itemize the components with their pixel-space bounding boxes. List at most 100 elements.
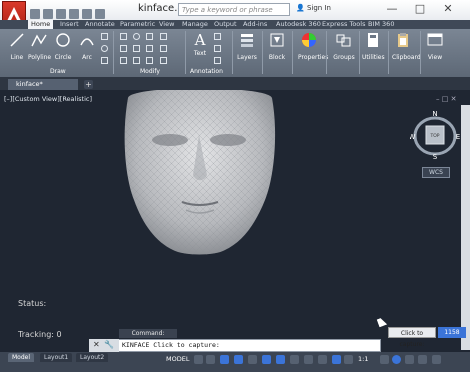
rectangle-icon[interactable] <box>101 33 108 40</box>
viewcube-top-face: TOP <box>429 133 439 139</box>
drawing-viewport[interactable] <box>0 90 470 352</box>
properties-button[interactable]: Properties <box>298 32 328 61</box>
customize-command-icon[interactable]: 🔧 <box>104 340 114 349</box>
command-tooltip: Command: KINFACE <box>119 329 177 346</box>
navigation-bar[interactable] <box>461 105 470 350</box>
boundary-icon[interactable] <box>101 57 108 64</box>
block-label: Block <box>268 54 286 61</box>
layers-button[interactable]: Layers <box>236 32 258 61</box>
fillet-icon[interactable] <box>146 45 153 52</box>
groups-button[interactable]: Groups <box>333 32 355 61</box>
save-icon[interactable] <box>56 8 66 19</box>
document-tab-kinface[interactable]: kinface* <box>8 79 78 90</box>
dimension-icon[interactable] <box>214 33 221 40</box>
auto-scale-icon[interactable] <box>344 355 353 364</box>
trim-icon[interactable] <box>146 33 153 40</box>
new-tab-button[interactable]: + <box>84 80 93 89</box>
new-icon[interactable] <box>30 8 40 19</box>
save-as-icon[interactable] <box>69 8 79 19</box>
ortho-icon[interactable] <box>220 355 229 364</box>
tab-home[interactable]: Home <box>28 20 54 29</box>
offset-icon[interactable] <box>160 57 167 64</box>
utilities-button[interactable]: Utilities <box>362 32 385 61</box>
clean-screen-icon[interactable] <box>418 355 427 364</box>
open-icon[interactable] <box>43 8 53 19</box>
tab-view[interactable]: View <box>159 20 174 29</box>
hardware-acceleration-icon[interactable] <box>405 355 414 364</box>
lineweight-icon[interactable] <box>290 355 299 364</box>
maximize-button[interactable]: □ <box>406 0 434 18</box>
groups-label: Groups <box>333 54 355 61</box>
array-icon[interactable] <box>146 57 153 64</box>
rotate-icon[interactable] <box>133 33 140 40</box>
polyline-button[interactable]: Polyline <box>28 32 52 61</box>
leader-icon[interactable] <box>214 45 221 52</box>
annotation-visibility-icon[interactable] <box>332 355 341 364</box>
selection-cycling-icon[interactable] <box>318 355 327 364</box>
object-snap-icon[interactable] <box>276 355 285 364</box>
workspace-gear-icon[interactable] <box>380 355 389 364</box>
polyline-label: Polyline <box>28 54 52 61</box>
layout-tab-layout1[interactable]: Layout1 <box>40 353 73 362</box>
viewport-label[interactable]: [–][Custom View][Realistic] <box>4 95 92 103</box>
polar-icon[interactable] <box>234 355 243 364</box>
arc-button[interactable]: Arc <box>76 32 98 61</box>
annotation-panel-label[interactable]: Annotation <box>190 68 223 75</box>
move-icon[interactable] <box>120 33 127 40</box>
isolate-objects-icon[interactable] <box>392 355 401 364</box>
minimize-button[interactable]: — <box>378 0 406 18</box>
tab-manage[interactable]: Manage <box>182 20 208 29</box>
plot-icon[interactable] <box>82 8 92 19</box>
copy-icon[interactable] <box>120 45 127 52</box>
properties-icon <box>302 33 316 47</box>
tab-add-ins[interactable]: Add-ins <box>243 20 267 29</box>
tab-insert[interactable]: Insert <box>60 20 79 29</box>
close-command-icon[interactable]: ✕ <box>93 340 100 349</box>
grid-icon[interactable] <box>194 355 203 364</box>
tab-autodesk-360[interactable]: Autodesk 360 <box>276 20 321 29</box>
clipboard-button[interactable]: Clipboard <box>392 32 421 61</box>
layout-tab-model[interactable]: Model <box>8 353 35 362</box>
scale-icon[interactable] <box>133 57 140 64</box>
block-button[interactable]: Block <box>266 32 288 61</box>
stretch-icon[interactable] <box>120 57 127 64</box>
line-button[interactable]: Line <box>6 32 28 61</box>
isodraft-icon[interactable] <box>248 355 257 364</box>
wcs-menu[interactable]: WCS <box>422 167 450 178</box>
view-button[interactable]: View <box>424 32 446 61</box>
hatch-icon[interactable] <box>101 45 108 52</box>
transparency-icon[interactable] <box>304 355 313 364</box>
model-space-toggle[interactable]: MODEL <box>166 355 189 363</box>
tab-parametric[interactable]: Parametric <box>120 20 155 29</box>
erase-icon[interactable] <box>160 33 167 40</box>
text-button[interactable]: A Text <box>189 32 211 57</box>
table-icon[interactable] <box>214 57 221 64</box>
sign-in-button[interactable]: 👤 Sign In <box>296 4 331 12</box>
snap-icon[interactable] <box>206 355 215 364</box>
view-icon <box>427 33 443 46</box>
mirror-icon[interactable] <box>133 45 140 52</box>
undo-icon[interactable] <box>95 8 105 19</box>
viewcube[interactable]: N S W E TOP <box>409 110 461 161</box>
draw-panel-label[interactable]: Draw <box>50 68 66 75</box>
tab-annotate[interactable]: Annotate <box>85 20 115 29</box>
annotation-scale[interactable]: 1:1 <box>358 355 368 363</box>
tab-express-tools[interactable]: Express Tools <box>322 20 365 29</box>
explode-icon[interactable] <box>160 45 167 52</box>
tab-bim-360[interactable]: BIM 360 <box>368 20 394 29</box>
panel-divider <box>326 31 327 74</box>
circle-button[interactable]: Circle <box>52 32 74 61</box>
layout-tab-layout2[interactable]: Layout2 <box>76 353 109 362</box>
close-button[interactable]: ✕ <box>434 0 462 18</box>
command-line-controls[interactable]: ✕ 🔧 <box>89 339 119 352</box>
object-snap-tracking-icon[interactable] <box>262 355 271 364</box>
panel-divider <box>232 31 233 74</box>
capture-value-input[interactable]: 1158 <box>438 327 466 338</box>
tab-output[interactable]: Output <box>214 20 237 29</box>
circle-icon <box>56 33 70 47</box>
viewport-window-controls[interactable]: – □ ✕ <box>436 95 456 103</box>
block-icon <box>270 33 284 47</box>
modify-panel-label[interactable]: Modify <box>140 68 160 75</box>
customization-icon[interactable] <box>432 355 441 364</box>
search-input[interactable]: Type a keyword or phrase <box>178 3 290 16</box>
